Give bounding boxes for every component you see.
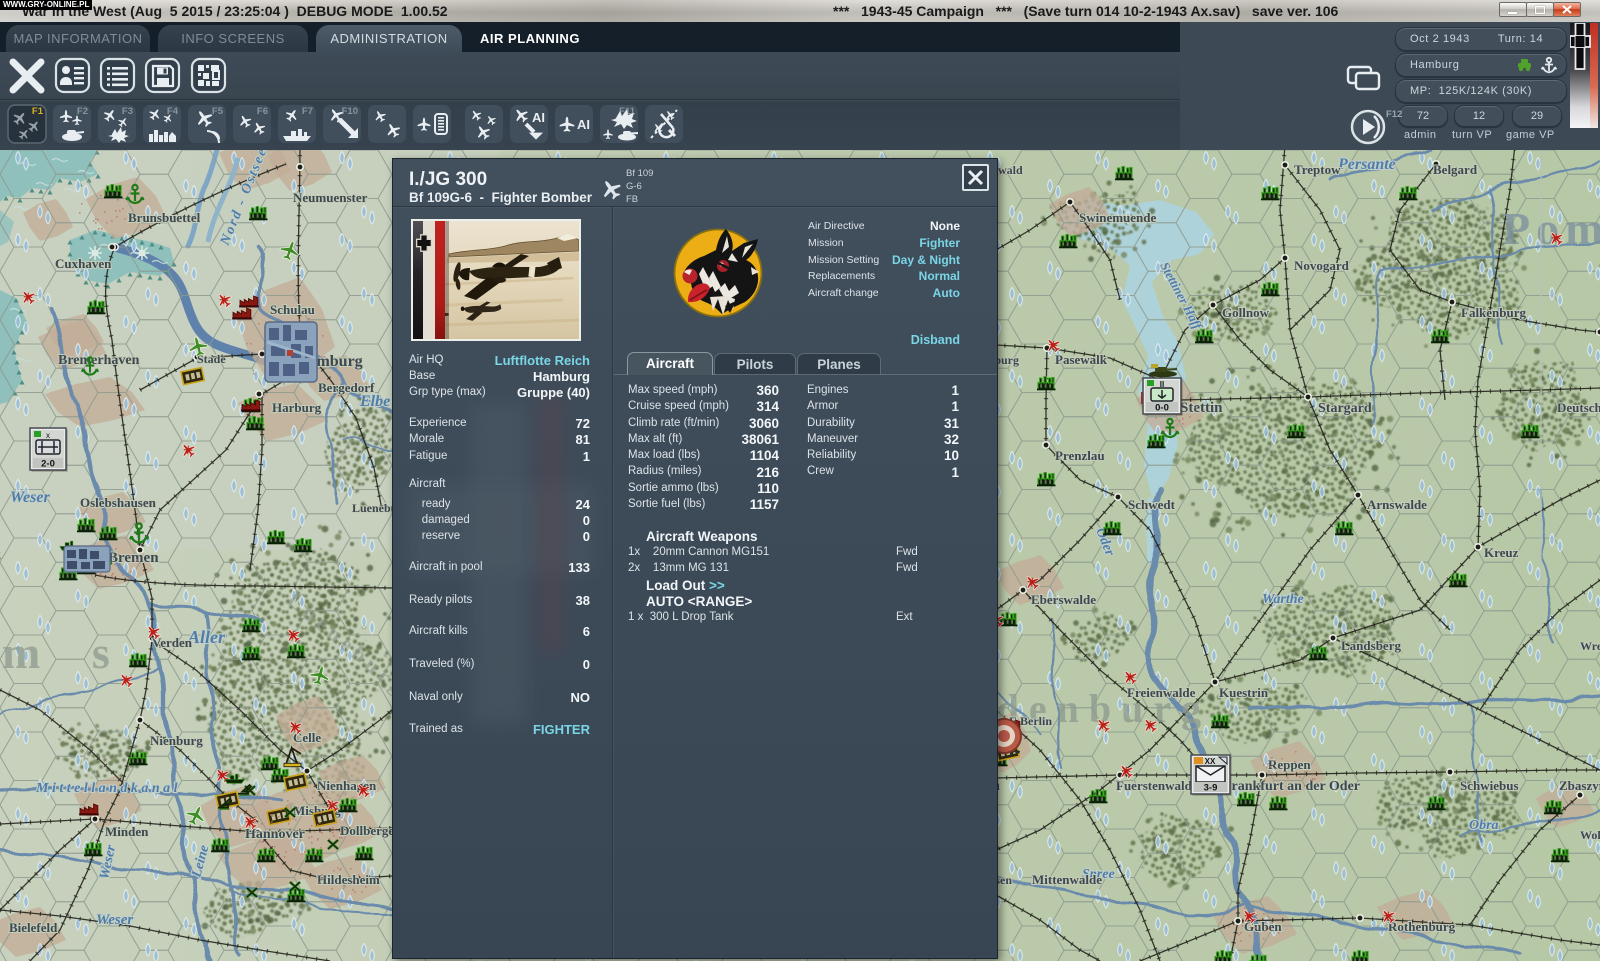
svg-text:Deutsch Krone: Deutsch Krone	[1557, 400, 1600, 415]
svg-text:Hildesheim: Hildesheim	[317, 872, 380, 887]
svg-text:Bremen: Bremen	[108, 550, 159, 566]
svg-text:Minden: Minden	[105, 824, 149, 839]
svg-text:Weser: Weser	[96, 912, 133, 928]
svg-text:Hannover: Hannover	[245, 827, 305, 842]
svg-text:Bergedorf: Bergedorf	[318, 380, 375, 395]
svg-text:Novogard: Novogard	[1294, 258, 1350, 273]
svg-text:3-9: 3-9	[1204, 783, 1218, 794]
svg-text:Schulau: Schulau	[270, 302, 315, 317]
svg-text:Mittenwalde: Mittenwalde	[1032, 872, 1102, 887]
svg-text:0-0: 0-0	[1155, 403, 1169, 414]
svg-text:Wollstein: Wollstein	[1580, 828, 1600, 842]
svg-text:burg: burg	[0, 547, 1, 561]
svg-text:Schwedt: Schwedt	[1128, 497, 1176, 512]
svg-text:Elbe: Elbe	[359, 393, 390, 410]
svg-text:Fuerstenwalde: Fuerstenwalde	[1116, 778, 1198, 793]
svg-text:2-0: 2-0	[41, 459, 55, 470]
svg-text:Zbaszyn: Zbaszyn	[1559, 778, 1600, 793]
svg-text:Aller: Aller	[187, 627, 226, 647]
svg-text:AI: AI	[577, 117, 590, 132]
svg-text:F12: F12	[1386, 109, 1402, 120]
svg-text:Cuxhaven: Cuxhaven	[55, 256, 112, 271]
svg-text:Guben: Guben	[1244, 919, 1282, 934]
svg-text:F4: F4	[167, 106, 179, 117]
svg-text:Bremerhaven: Bremerhaven	[58, 353, 140, 368]
svg-text:Warthe: Warthe	[1262, 592, 1304, 607]
svg-text:F7: F7	[302, 106, 313, 117]
svg-text:wald: wald	[998, 163, 1023, 177]
svg-text:Stettin: Stettin	[1180, 400, 1223, 416]
svg-text:Pom: Pom	[1502, 203, 1600, 254]
svg-text:Eberswalde: Eberswalde	[1031, 592, 1096, 607]
svg-text:Arnswalde: Arnswalde	[1367, 497, 1427, 512]
svg-text:Gollnow: Gollnow	[1222, 305, 1270, 320]
svg-text:Harburg: Harburg	[272, 400, 322, 415]
svg-text:Swinemuende: Swinemuende	[1079, 210, 1157, 225]
svg-text:Frankfurt an der Oder: Frankfurt an der Oder	[1223, 779, 1360, 794]
svg-text:XX: XX	[1205, 757, 1216, 766]
svg-text:F6: F6	[257, 106, 268, 117]
svg-text:Wreschen: Wreschen	[1580, 639, 1600, 653]
svg-text:Reppen: Reppen	[1268, 757, 1311, 772]
svg-text:Stargard: Stargard	[1318, 401, 1372, 416]
svg-text:x: x	[46, 431, 50, 440]
svg-text:Landsberg: Landsberg	[1341, 638, 1401, 653]
svg-text:F3: F3	[122, 106, 133, 117]
svg-text:Schwiebus: Schwiebus	[1460, 778, 1519, 793]
svg-text:Weser: Weser	[10, 489, 50, 506]
svg-text:Rothenburg: Rothenburg	[1388, 919, 1456, 934]
svg-text:Brunsbuettel: Brunsbuettel	[128, 210, 201, 225]
svg-text:F5: F5	[212, 106, 224, 117]
svg-text:Pasewalk: Pasewalk	[1055, 352, 1108, 367]
svg-text:Belgard: Belgard	[1433, 162, 1478, 177]
svg-text:Neumuenster: Neumuenster	[293, 190, 368, 205]
svg-text:Kuestrin: Kuestrin	[1219, 685, 1269, 700]
svg-text:Oslebshausen: Oslebshausen	[80, 495, 157, 510]
svg-text:m s: m s	[2, 627, 130, 678]
svg-text:F1: F1	[32, 106, 44, 117]
svg-text:Kreuz: Kreuz	[1484, 545, 1519, 560]
svg-text:Obra: Obra	[1469, 818, 1499, 833]
svg-text:Falkenburg: Falkenburg	[1461, 305, 1527, 320]
svg-text:Freienwalde: Freienwalde	[1127, 685, 1196, 700]
svg-text:M i t t e l l a n d k a n a l: M i t t e l l a n d k a n a l	[35, 781, 178, 796]
svg-text:Bielefeld: Bielefeld	[9, 920, 58, 935]
svg-text:Nienburg: Nienburg	[150, 733, 203, 748]
svg-text:burg: burg	[994, 353, 1019, 367]
svg-text:F2: F2	[77, 106, 88, 117]
svg-text:Nienhagen: Nienhagen	[317, 778, 377, 793]
svg-text:Treptow: Treptow	[1294, 162, 1341, 177]
svg-text:Prenzlau: Prenzlau	[1055, 448, 1105, 463]
svg-text:AI: AI	[532, 110, 545, 125]
svg-text:F10: F10	[342, 106, 358, 117]
